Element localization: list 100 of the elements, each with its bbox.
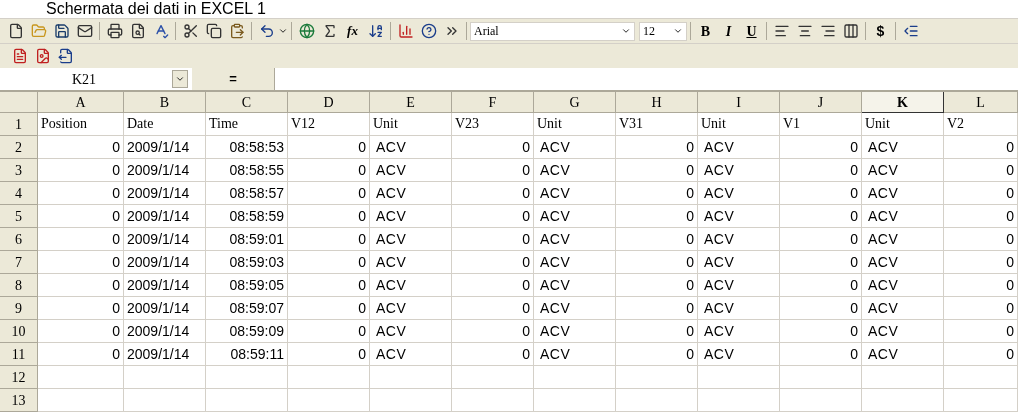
table-cell: 0 — [616, 182, 698, 205]
row-header[interactable]: 12 — [0, 366, 38, 389]
table-cell: ACV — [698, 228, 780, 251]
format-button[interactable]: B — [694, 20, 717, 42]
table-cell: 0 — [452, 182, 534, 205]
table-cell: 0 — [452, 320, 534, 343]
table-cell: ACV — [862, 136, 944, 159]
column-header[interactable]: K — [862, 92, 944, 113]
table-cell: 08:58:57 — [206, 182, 288, 205]
format-button[interactable]: U — [740, 20, 763, 42]
table-cell: 0 — [944, 136, 1018, 159]
column-header[interactable]: H — [616, 92, 698, 113]
table-cell: 0 — [616, 205, 698, 228]
table-cell: Unit — [862, 113, 944, 136]
row-header[interactable]: 6 — [0, 228, 38, 251]
table-cell: 0 — [38, 274, 124, 297]
row-header[interactable]: 13 — [0, 389, 38, 412]
row-header[interactable]: 10 — [0, 320, 38, 343]
table-cell: 0 — [38, 159, 124, 182]
row-header[interactable]: 5 — [0, 205, 38, 228]
column-header[interactable]: B — [124, 92, 206, 113]
row-header[interactable]: 3 — [0, 159, 38, 182]
row-header[interactable]: 4 — [0, 182, 38, 205]
table-cell: V12 — [288, 113, 370, 136]
table-cell: ACV — [698, 159, 780, 182]
table-cell: 0 — [288, 159, 370, 182]
table-cell: 0 — [38, 320, 124, 343]
column-header[interactable]: I — [698, 92, 780, 113]
row-header[interactable]: 11 — [0, 343, 38, 366]
column-header[interactable]: L — [944, 92, 1018, 113]
table-cell: 0 — [616, 228, 698, 251]
table-cell: ACV — [534, 182, 616, 205]
table-cell: ACV — [534, 228, 616, 251]
table-cell: ACV — [370, 205, 452, 228]
table-cell: 0 — [616, 320, 698, 343]
table-cell: ACV — [862, 182, 944, 205]
table-cell: 0 — [780, 228, 862, 251]
table-cell: Time — [206, 113, 288, 136]
table-cell: 0 — [452, 274, 534, 297]
table-cell: 0 — [288, 228, 370, 251]
table-cell: ACV — [534, 320, 616, 343]
table-cell: ACV — [862, 343, 944, 366]
table-cell: 0 — [288, 297, 370, 320]
name-box[interactable]: K21 — [0, 68, 192, 90]
format-button[interactable]: I — [717, 20, 740, 42]
table-cell: V31 — [616, 113, 698, 136]
table-cell: 0 — [944, 297, 1018, 320]
table-cell: ACV — [370, 182, 452, 205]
table-cell: ACV — [698, 205, 780, 228]
caret-icon[interactable] — [673, 26, 683, 36]
table-cell: V2 — [944, 113, 1018, 136]
table-cell: 2009/1/14 — [124, 136, 206, 159]
table-cell: ACV — [862, 205, 944, 228]
table-cell: 0 — [780, 320, 862, 343]
table-cell: Unit — [370, 113, 452, 136]
table-cell: 0 — [944, 228, 1018, 251]
currency-button[interactable]: $ — [869, 20, 892, 42]
row-header[interactable]: 2 — [0, 136, 38, 159]
table-cell: 0 — [38, 297, 124, 320]
table-cell: ACV — [698, 136, 780, 159]
table-cell: 08:58:53 — [206, 136, 288, 159]
table-cell: 08:59:11 — [206, 343, 288, 366]
table-cell: ACV — [534, 297, 616, 320]
column-header[interactable]: A — [38, 92, 124, 113]
table-cell: 0 — [780, 159, 862, 182]
row-header[interactable]: 1 — [0, 113, 38, 136]
formula-label: = — [192, 68, 274, 90]
size-dropdown[interactable]: 12 — [639, 21, 687, 41]
column-header[interactable]: E — [370, 92, 452, 113]
table-cell: 0 — [780, 182, 862, 205]
font-dropdown[interactable]: Arial — [470, 21, 635, 41]
table-cell: 0 — [780, 136, 862, 159]
row-header[interactable]: 7 — [0, 251, 38, 274]
table-cell: 2009/1/14 — [124, 205, 206, 228]
caret-icon[interactable] — [621, 26, 631, 36]
column-header[interactable]: G — [534, 92, 616, 113]
table-cell: ACV — [698, 274, 780, 297]
table-cell: ACV — [370, 343, 452, 366]
table-cell: ACV — [698, 297, 780, 320]
table-cell: 2009/1/14 — [124, 274, 206, 297]
row-header[interactable]: 8 — [0, 274, 38, 297]
column-header[interactable]: D — [288, 92, 370, 113]
table-cell: Date — [124, 113, 206, 136]
table-cell: 0 — [452, 343, 534, 366]
table-cell: ACV — [862, 228, 944, 251]
table-cell: 0 — [38, 205, 124, 228]
table-cell: V1 — [780, 113, 862, 136]
column-header[interactable]: F — [452, 92, 534, 113]
table-cell: 2009/1/14 — [124, 320, 206, 343]
row-header[interactable]: 9 — [0, 297, 38, 320]
table-cell: ACV — [370, 274, 452, 297]
table-cell: ACV — [534, 251, 616, 274]
table-cell: 0 — [288, 136, 370, 159]
function-button[interactable]: fx — [341, 20, 364, 42]
column-header[interactable]: C — [206, 92, 288, 113]
table-cell: ACV — [698, 320, 780, 343]
table-cell: ACV — [534, 159, 616, 182]
table-cell: 2009/1/14 — [124, 251, 206, 274]
table-cell: 0 — [944, 159, 1018, 182]
table-cell: 08:59:09 — [206, 320, 288, 343]
